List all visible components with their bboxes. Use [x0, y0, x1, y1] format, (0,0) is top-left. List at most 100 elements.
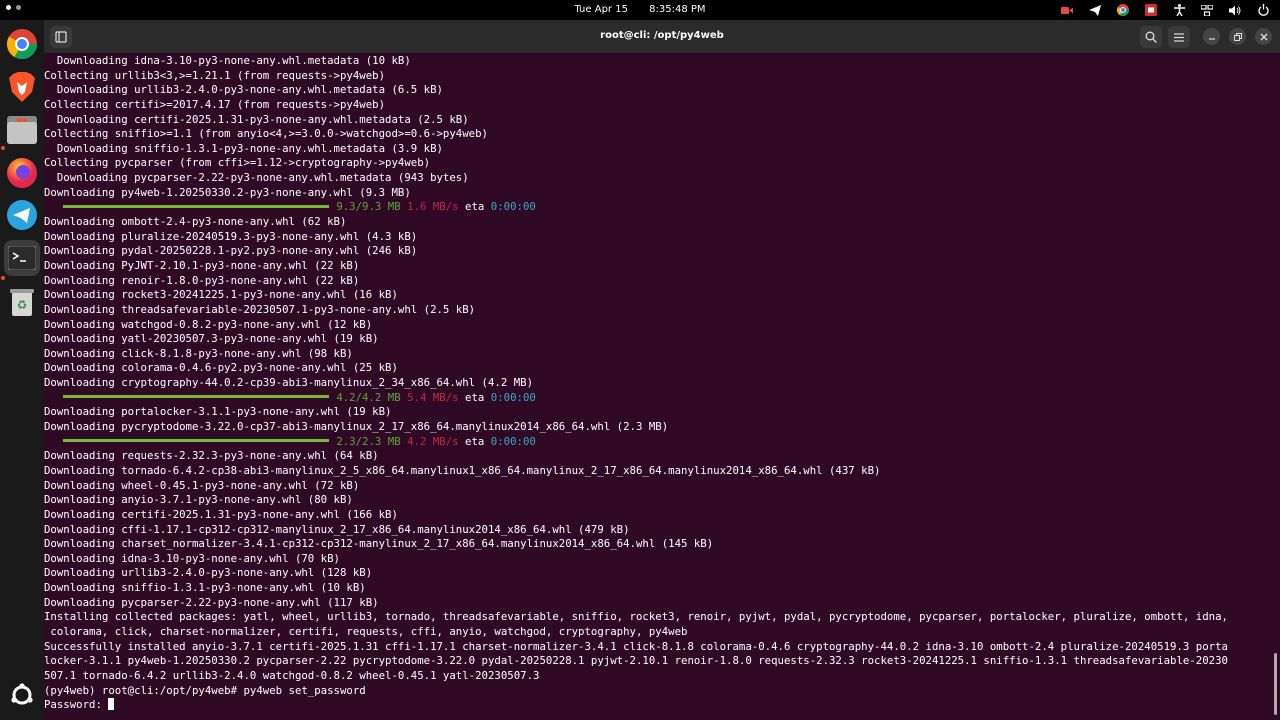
line-text: Downloading wheel-0.45.1-py3-none-any.wh… — [44, 478, 360, 492]
dock: ♻ — [0, 20, 44, 720]
output-line: Downloading charset_normalizer-3.4.1-cp3… — [44, 537, 1228, 552]
output-line: Downloading cryptography-44.0.2-cp39-abi… — [44, 376, 1228, 391]
progress-bar — [63, 204, 330, 208]
progress-line: 9.3/9.3 MB 1.6 MB/s eta 0:00:00 — [44, 200, 1228, 215]
output-line: Downloading click-8.1.8-py3-none-any.whl… — [44, 347, 1228, 362]
ubuntu-apps-icon[interactable] — [4, 677, 40, 713]
window-titlebar[interactable]: root@cli: /opt/py4web — [44, 20, 1280, 53]
chrome-icon[interactable] — [1116, 3, 1130, 17]
output-line: Downloading PyJWT-2.10.1-py3-none-any.wh… — [44, 259, 1228, 274]
brave-icon[interactable] — [4, 69, 40, 105]
clock-date: Tue Apr 15 — [574, 4, 628, 15]
screencast-icon[interactable] — [1144, 3, 1158, 17]
output-line: Collecting pycparser (from cffi>=1.12->c… — [44, 156, 1228, 171]
output-line: (py4web) root@cli:/opt/py4web# py4web se… — [44, 684, 1228, 699]
progress-indent — [44, 200, 63, 213]
output-line: Downloading tornado-6.4.2-cp38-abi3-many… — [44, 464, 1228, 479]
close-icon — [1260, 33, 1267, 40]
output-line: Downloading certifi-2025.1.31-py3-none-a… — [44, 508, 1228, 523]
output-line: Downloading anyio-3.7.1-py3-none-any.whl… — [44, 493, 1228, 508]
output-line: Downloading threadsafevariable-20230507.… — [44, 303, 1228, 318]
line-text: Downloading pydal-20250228.1-py2.py3-non… — [44, 244, 418, 258]
window-title: root@cli: /opt/py4web — [600, 30, 724, 41]
system-tray — [1060, 3, 1270, 17]
files-icon[interactable] — [4, 112, 40, 148]
output-line: Downloading idna-3.10-py3-none-any.whl.m… — [44, 54, 1228, 69]
line-text: Downloading pycryptodome-3.22.0-cp37-abi… — [44, 420, 669, 434]
line-text: Downloading pluralize-20240519.3-py3-non… — [44, 229, 418, 243]
accessibility-icon[interactable] — [1172, 3, 1186, 17]
line-text: Downloading idna-3.10-py3-none-any.whl.m… — [44, 54, 411, 67]
telegram-icon[interactable] — [4, 197, 40, 233]
progress-eta: 0:00:00 — [490, 434, 536, 448]
running-indicator — [1, 276, 5, 280]
output-line: Successfully installed anyio-3.7.1 certi… — [44, 640, 1228, 655]
progress-eta-label: eta — [465, 434, 485, 448]
output-line: Downloading ombott-2.4-py3-none-any.whl … — [44, 215, 1228, 230]
terminal-icon[interactable] — [4, 240, 40, 276]
trash-icon[interactable]: ♻ — [4, 284, 40, 320]
output-line: Downloading idna-3.10-py3-none-any.whl (… — [44, 552, 1228, 567]
telegram-icon[interactable] — [1088, 3, 1102, 17]
output-line: colorama, click, charset-normalizer, cer… — [44, 625, 1228, 640]
text-cursor — [108, 698, 115, 711]
minimize-button[interactable] — [1203, 28, 1220, 45]
close-button[interactable] — [1255, 28, 1272, 45]
restore-button[interactable] — [1229, 28, 1246, 45]
video-recorder-icon[interactable] — [1060, 3, 1074, 17]
progress-speed: 4.2 MB/s — [407, 434, 459, 448]
progress-bar — [63, 395, 330, 399]
line-text: Successfully installed anyio-3.7.1 certi… — [44, 639, 1228, 653]
progress-eta: 0:00:00 — [490, 200, 536, 214]
search-icon — [1145, 31, 1157, 43]
line-text: locker-3.1.1 py4web-1.20250330.2 pycpars… — [44, 654, 1228, 668]
line-text: Downloading threadsafevariable-20230507.… — [44, 302, 476, 316]
volume-icon[interactable] — [1228, 3, 1242, 17]
line-text: Collecting certifi>=2017.4.17 (from requ… — [44, 97, 386, 111]
line-text: Downloading cffi-1.17.1-cp312-cp312-many… — [44, 522, 630, 536]
line-text: Downloading renoir-1.8.0-py3-none-any.wh… — [44, 273, 360, 287]
line-text: Downloading urllib3-2.4.0-py3-none-any.w… — [44, 566, 373, 580]
line-text: Downloading anyio-3.7.1-py3-none-any.whl… — [44, 493, 353, 507]
output-line: Downloading rocket3-20241225.1-py3-none-… — [44, 288, 1228, 303]
line-text: Downloading pycparser-2.22-py3-none-any.… — [44, 171, 469, 185]
output-line: Downloading yatl-20230507.3-py3-none-any… — [44, 332, 1228, 347]
line-text: Collecting sniffio>=1.1 (from anyio<4,>=… — [44, 127, 488, 141]
output-line: Downloading renoir-1.8.0-py3-none-any.wh… — [44, 274, 1228, 289]
line-text: Downloading urllib3-2.4.0-py3-none-any.w… — [44, 83, 443, 97]
line-text: Downloading cryptography-44.0.2-cp39-abi… — [44, 376, 534, 390]
minimize-icon — [1208, 37, 1215, 40]
progress-line: 4.2/4.2 MB 5.4 MB/s eta 0:00:00 — [44, 391, 1228, 406]
line-text: Downloading sniffio-1.3.1-py3-none-any.w… — [44, 141, 443, 155]
output-line: Downloading urllib3-2.4.0-py3-none-any.w… — [44, 83, 1228, 98]
line-text: Downloading watchgod-0.8.2-py3-none-any.… — [44, 317, 373, 331]
line-text: Downloading portalocker-3.1.1-py3-none-a… — [44, 405, 392, 419]
line-text: Downloading rocket3-20241225.1-py3-none-… — [44, 288, 398, 302]
menu-button[interactable] — [1168, 26, 1190, 48]
output-line: Downloading pycryptodome-3.22.0-cp37-abi… — [44, 420, 1228, 435]
chrome-icon[interactable] — [4, 26, 40, 62]
output-line: Downloading sniffio-1.3.1-py3-none-any.w… — [44, 142, 1228, 157]
output-line: Downloading py4web-1.20250330.2-py3-none… — [44, 186, 1228, 201]
output-line: Downloading requests-2.32.3-py3-none-any… — [44, 449, 1228, 464]
terminal-output[interactable]: Downloading idna-3.10-py3-none-any.whl.m… — [44, 53, 1280, 720]
output-line: Collecting sniffio>=1.1 (from anyio<4,>=… — [44, 127, 1228, 142]
line-text: Downloading charset_normalizer-3.4.1-cp3… — [44, 537, 714, 551]
progress-indent — [44, 391, 63, 404]
line-text: Collecting urllib3<3,>=1.21.1 (from requ… — [44, 68, 386, 82]
terminal-lines: Downloading idna-3.10-py3-none-any.whl.m… — [44, 54, 1228, 713]
progress-size: 4.2/4.2 MB — [336, 390, 401, 404]
line-text: Downloading yatl-20230507.3-py3-none-any… — [44, 332, 379, 346]
output-line: Downloading pluralize-20240519.3-py3-non… — [44, 230, 1228, 245]
firefox-icon[interactable] — [4, 155, 40, 191]
power-icon[interactable] — [1256, 3, 1270, 17]
network-icon[interactable] — [1200, 3, 1214, 17]
line-text: 507.1 tornado-6.4.2 urllib3-2.4.0 watchg… — [44, 668, 540, 682]
clock-time: 8:35:48 PM — [649, 4, 706, 15]
output-line: Downloading certifi-2025.1.31-py3-none-a… — [44, 113, 1228, 128]
line-text: Installing collected packages: yatl, whe… — [44, 610, 1228, 624]
scrollbar-thumb[interactable] — [1274, 653, 1277, 715]
hamburger-menu-icon — [1174, 32, 1184, 42]
progress-speed: 5.4 MB/s — [407, 390, 459, 404]
search-button[interactable] — [1140, 26, 1162, 48]
